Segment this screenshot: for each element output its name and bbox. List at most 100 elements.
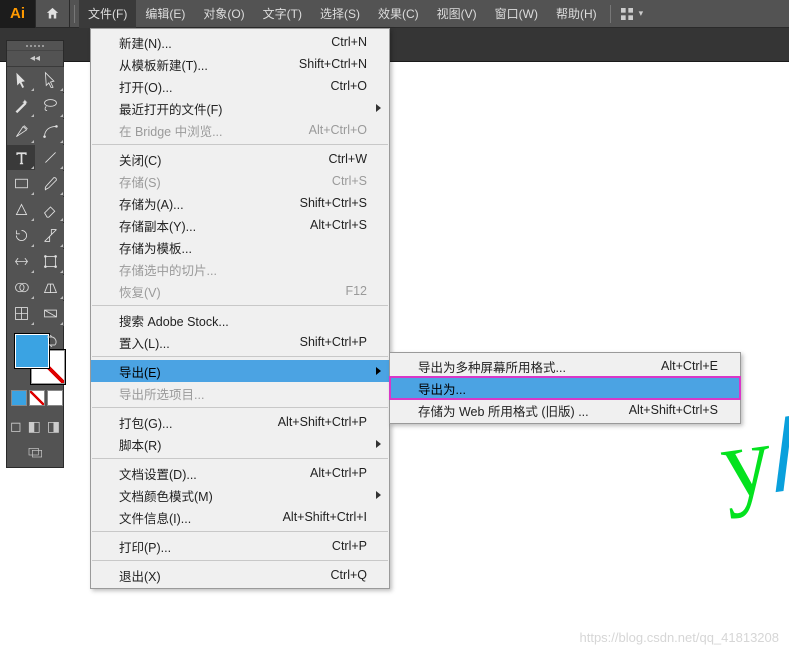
menu-item: 导出所选项目... bbox=[91, 382, 389, 404]
workspace-switcher[interactable]: ▾ bbox=[619, 6, 644, 22]
color-mode-fill[interactable] bbox=[11, 390, 27, 406]
perspective-grid-tool[interactable] bbox=[36, 275, 64, 300]
color-mode-none[interactable] bbox=[47, 390, 63, 406]
menu-effect[interactable]: 效果(C) bbox=[369, 0, 428, 28]
menu-separator bbox=[92, 305, 388, 306]
color-mode-gradient[interactable] bbox=[29, 390, 45, 406]
menu-file[interactable]: 文件(F) bbox=[79, 0, 136, 28]
swap-colors-icon[interactable] bbox=[45, 334, 57, 346]
tools-panel: ◂◂ ◻ ◧ ◨ bbox=[6, 40, 64, 468]
free-transform-tool[interactable] bbox=[36, 249, 64, 274]
collapse-toggle[interactable]: ◂◂ bbox=[7, 51, 63, 67]
menu-item[interactable]: 退出(X)Ctrl+Q bbox=[91, 564, 389, 586]
mesh-tool[interactable] bbox=[7, 301, 35, 326]
magic-wand-tool[interactable] bbox=[7, 93, 35, 118]
rotate-tool[interactable] bbox=[7, 223, 35, 248]
menu-item[interactable]: 打印(P)...Ctrl+P bbox=[91, 535, 389, 557]
eraser-tool[interactable] bbox=[36, 197, 64, 222]
lasso-tool[interactable] bbox=[36, 93, 64, 118]
menu-item[interactable]: 从模板新建(T)...Shift+Ctrl+N bbox=[91, 53, 389, 75]
menu-item-label: 关闭(C) bbox=[119, 150, 328, 169]
width-tool[interactable] bbox=[7, 249, 35, 274]
menu-item-shortcut: Alt+Ctrl+O bbox=[309, 123, 367, 137]
direct-selection-tool[interactable] bbox=[36, 67, 64, 92]
menu-item-shortcut: Alt+Ctrl+E bbox=[661, 359, 718, 373]
panel-grip[interactable] bbox=[7, 41, 63, 51]
menu-separator bbox=[92, 356, 388, 357]
menu-item[interactable]: 存储副本(Y)...Alt+Ctrl+S bbox=[91, 214, 389, 236]
app-logo: Ai bbox=[0, 0, 36, 28]
menu-item[interactable]: 存储为 Web 所用格式 (旧版) ...Alt+Shift+Ctrl+S bbox=[390, 399, 740, 421]
menu-item-label: 文档设置(D)... bbox=[119, 464, 310, 483]
curvature-tool[interactable] bbox=[36, 119, 64, 144]
menu-window[interactable]: 窗口(W) bbox=[486, 0, 547, 28]
type-tool[interactable] bbox=[7, 145, 35, 170]
menu-item[interactable]: 打包(G)...Alt+Shift+Ctrl+P bbox=[91, 411, 389, 433]
menu-edit[interactable]: 编辑(E) bbox=[136, 0, 194, 28]
menu-item[interactable]: 存储为(A)...Shift+Ctrl+S bbox=[91, 192, 389, 214]
menu-item-label: 打包(G)... bbox=[119, 413, 278, 432]
menu-item-label: 导出(E) bbox=[119, 362, 367, 381]
gradient-tool[interactable] bbox=[36, 301, 64, 326]
menu-help[interactable]: 帮助(H) bbox=[547, 0, 606, 28]
menu-item[interactable]: 文档设置(D)...Alt+Ctrl+P bbox=[91, 462, 389, 484]
menu-item[interactable]: 脚本(R) bbox=[91, 433, 389, 455]
menu-item-shortcut: Ctrl+P bbox=[332, 539, 367, 553]
export-submenu: 导出为多种屏幕所用格式...Alt+Ctrl+E导出为...存储为 Web 所用… bbox=[389, 352, 741, 424]
menubar: Ai 文件(F) 编辑(E) 对象(O) 文字(T) 选择(S) 效果(C) 视… bbox=[0, 0, 789, 28]
screen-mode-button[interactable] bbox=[7, 445, 63, 461]
menu-item[interactable]: 搜索 Adobe Stock... bbox=[91, 309, 389, 331]
color-swatches bbox=[7, 332, 63, 396]
menu-item[interactable]: 新建(N)...Ctrl+N bbox=[91, 31, 389, 53]
menu-item: 存储(S)Ctrl+S bbox=[91, 170, 389, 192]
menu-item-shortcut: Shift+Ctrl+P bbox=[300, 335, 367, 349]
menu-item-shortcut: Alt+Shift+Ctrl+S bbox=[629, 403, 718, 417]
draw-normal-icon[interactable]: ◻ bbox=[10, 418, 22, 435]
menu-item: 在 Bridge 中浏览...Alt+Ctrl+O bbox=[91, 119, 389, 141]
shaper-tool[interactable] bbox=[7, 197, 35, 222]
menu-separator bbox=[92, 531, 388, 532]
file-dropdown-menu: 新建(N)...Ctrl+N从模板新建(T)...Shift+Ctrl+N打开(… bbox=[90, 28, 390, 589]
menu-item[interactable]: 存储为模板... bbox=[91, 236, 389, 258]
menu-view[interactable]: 视图(V) bbox=[428, 0, 486, 28]
menu-item[interactable]: 关闭(C)Ctrl+W bbox=[91, 148, 389, 170]
menu-item[interactable]: 导出为多种屏幕所用格式...Alt+Ctrl+E bbox=[390, 355, 740, 377]
menu-type[interactable]: 文字(T) bbox=[254, 0, 311, 28]
menu-object[interactable]: 对象(O) bbox=[194, 0, 253, 28]
menu-item-shortcut: Alt+Shift+Ctrl+P bbox=[278, 415, 367, 429]
menu-separator bbox=[92, 560, 388, 561]
line-segment-tool[interactable] bbox=[36, 145, 64, 170]
paintbrush-tool[interactable] bbox=[36, 171, 64, 196]
shape-builder-tool[interactable] bbox=[7, 275, 35, 300]
draw-behind-icon[interactable]: ◧ bbox=[28, 418, 41, 435]
menu-item[interactable]: 置入(L)...Shift+Ctrl+P bbox=[91, 331, 389, 353]
selection-tool[interactable] bbox=[7, 67, 35, 92]
menu-item-label: 从模板新建(T)... bbox=[119, 55, 299, 74]
menu-select[interactable]: 选择(S) bbox=[311, 0, 369, 28]
home-button[interactable] bbox=[36, 0, 70, 28]
menu-item[interactable]: 文件信息(I)...Alt+Shift+Ctrl+I bbox=[91, 506, 389, 528]
menu-item-label: 在 Bridge 中浏览... bbox=[119, 121, 309, 140]
menu-item-label: 搜索 Adobe Stock... bbox=[119, 311, 367, 330]
menubar-separator bbox=[610, 5, 611, 23]
fill-color-swatch[interactable] bbox=[15, 334, 49, 368]
menu-item[interactable]: 最近打开的文件(F) bbox=[91, 97, 389, 119]
menu-item-shortcut: Shift+Ctrl+N bbox=[299, 57, 367, 71]
pen-tool[interactable] bbox=[7, 119, 35, 144]
menu-item-label: 退出(X) bbox=[119, 566, 331, 585]
submenu-arrow-icon bbox=[376, 440, 381, 448]
draw-inside-icon[interactable]: ◨ bbox=[47, 418, 60, 435]
menu-item-shortcut: Ctrl+Q bbox=[331, 568, 367, 582]
scale-tool[interactable] bbox=[36, 223, 64, 248]
menu-item-shortcut: Alt+Ctrl+P bbox=[310, 466, 367, 480]
rectangle-tool[interactable] bbox=[7, 171, 35, 196]
menu-separator bbox=[92, 458, 388, 459]
menu-item[interactable]: 导出为... bbox=[390, 377, 740, 399]
menu-item[interactable]: 打开(O)...Ctrl+O bbox=[91, 75, 389, 97]
menu-item-label: 最近打开的文件(F) bbox=[119, 99, 367, 118]
menu-item-label: 存储为模板... bbox=[119, 238, 367, 257]
menu-item-label: 导出为多种屏幕所用格式... bbox=[418, 357, 661, 376]
menu-item[interactable]: 导出(E) bbox=[91, 360, 389, 382]
menu-separator bbox=[92, 407, 388, 408]
menu-item[interactable]: 文档颜色模式(M) bbox=[91, 484, 389, 506]
